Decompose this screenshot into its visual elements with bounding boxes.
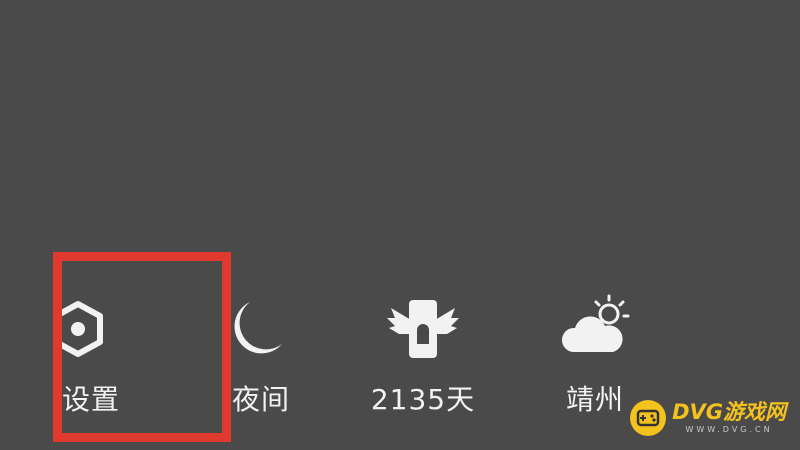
watermark-subtitle: WWW.DVG.CN (685, 425, 773, 434)
settings-gear-icon (48, 290, 128, 370)
watermark: DVG游戏网 WWW.DVG.CN (630, 400, 786, 436)
winged-badge-icon (383, 290, 463, 370)
gamepad-logo-icon (630, 400, 667, 436)
menu-label-settings: 设置 (62, 383, 121, 416)
menu-item-night-mode[interactable]: 夜间 (180, 290, 340, 430)
menu-label-days: 2135天 (370, 383, 476, 416)
menu-label-night-mode: 夜间 (232, 383, 291, 416)
moon-icon (220, 290, 300, 370)
weather-cloud-sun-icon (555, 290, 635, 370)
menu-item-settings[interactable]: 设置 (10, 290, 170, 430)
menu-item-days[interactable]: 2135天 (343, 290, 503, 430)
watermark-title: DVG游戏网 (672, 400, 786, 424)
